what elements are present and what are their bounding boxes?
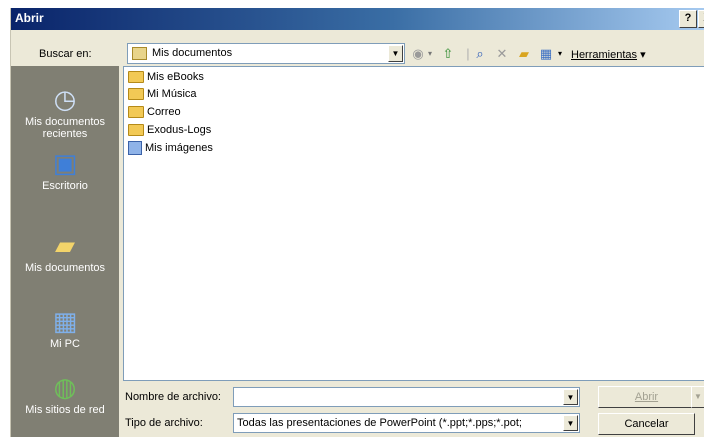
network-icon: ◍ [53, 372, 77, 402]
file-name: Mis eBooks [147, 71, 204, 83]
desktop-icon: ▣ [52, 148, 78, 178]
cancel-button[interactable]: Cancelar [598, 413, 695, 435]
filetype-select[interactable]: Todas las presentaciones de PowerPoint (… [233, 413, 580, 433]
pictures-folder-icon [128, 141, 142, 156]
list-item[interactable]: Exodus-Logs [128, 122, 211, 139]
list-item[interactable]: Mis eBooks [128, 69, 204, 86]
file-name: Mis imágenes [145, 142, 213, 154]
file-list[interactable]: Mis eBooks Mi Música Correo Exodus-Logs … [123, 66, 704, 381]
place-documents[interactable]: ▰ Mis documentos [11, 230, 119, 274]
open-dialog: Abrir ? X Buscar en: Mis documentos ▼ ◉ … [10, 8, 704, 437]
lookin-value: Mis documentos [152, 47, 233, 59]
place-recent-label: Mis documentos recientes [24, 116, 106, 140]
filetype-value: Todas las presentaciones de PowerPoint (… [237, 417, 522, 429]
filename-input[interactable]: ▼ [233, 387, 580, 407]
file-name: Correo [147, 106, 181, 118]
place-mypc-label: Mi PC [50, 338, 80, 350]
tools-menu[interactable]: Herramientas ▾ [571, 48, 646, 61]
list-item[interactable]: Mi Música [128, 86, 197, 103]
search-icon[interactable]: ⌕ [471, 45, 489, 63]
help-button[interactable]: ? [679, 10, 697, 28]
place-recent[interactable]: ◷ Mis documentos recientes [11, 84, 119, 140]
views-dropdown-icon[interactable]: ▾ [555, 45, 565, 63]
lookin-dropdown-arrow[interactable]: ▼ [388, 45, 403, 62]
delete-icon[interactable]: ✕ [493, 45, 511, 63]
title-bar[interactable]: Abrir ? X [11, 8, 704, 30]
file-name: Mi Música [147, 88, 197, 100]
place-network[interactable]: ◍ Mis sitios de red [11, 372, 119, 416]
folder-icon [128, 71, 144, 84]
window-title: Abrir [15, 11, 44, 25]
places-bar: ◷ Mis documentos recientes ▣ Escritorio … [11, 66, 119, 437]
documents-folder-icon [132, 47, 147, 60]
list-item[interactable]: Correo [128, 104, 181, 121]
new-folder-icon[interactable]: ▰ [515, 45, 533, 63]
list-item[interactable]: Mis imágenes [128, 140, 213, 157]
computer-icon: ▦ [52, 306, 78, 336]
place-mypc[interactable]: ▦ Mi PC [11, 306, 119, 350]
filetype-label: Tipo de archivo: [125, 417, 203, 429]
folder-icon [128, 88, 144, 101]
open-button[interactable]: Abrir [598, 386, 695, 408]
close-button[interactable]: X [698, 10, 704, 28]
filename-dropdown-arrow[interactable]: ▼ [563, 389, 578, 405]
open-options-arrow[interactable]: ▼ [691, 386, 704, 408]
lookin-label: Buscar en: [39, 48, 92, 60]
tools-label: Herramientas [571, 49, 638, 61]
filetype-dropdown-arrow[interactable]: ▼ [563, 415, 578, 431]
folder-icon [128, 124, 144, 137]
views-icon[interactable]: ▦ [537, 45, 555, 63]
recent-icon: ◷ [53, 84, 77, 114]
place-documents-label: Mis documentos [24, 262, 106, 274]
folder-icon [128, 106, 144, 119]
back-dropdown-icon[interactable]: ▾ [425, 45, 435, 63]
file-name: Exodus-Logs [147, 124, 212, 136]
open-button-label: Abrir [634, 391, 659, 403]
place-desktop-label: Escritorio [42, 180, 88, 192]
documents-icon: ▰ [55, 230, 75, 260]
up-folder-icon[interactable]: ⇧ [439, 45, 457, 63]
place-desktop[interactable]: ▣ Escritorio [11, 148, 119, 192]
lookin-combo[interactable]: Mis documentos ▼ [127, 43, 405, 64]
tools-arrow-icon: ▾ [640, 49, 646, 61]
filename-label: Nombre de archivo: [125, 391, 221, 403]
place-network-label: Mis sitios de red [25, 404, 105, 416]
